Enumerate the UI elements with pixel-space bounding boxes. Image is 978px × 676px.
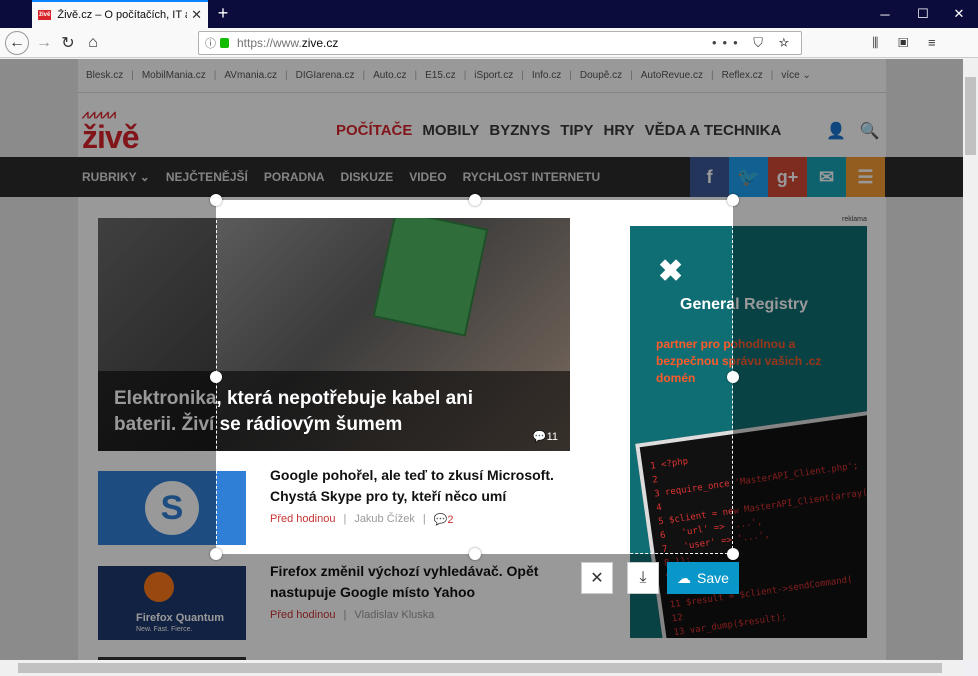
home-icon[interactable]: ⌂ <box>81 31 105 55</box>
forward-icon[interactable]: → <box>32 31 56 55</box>
resize-handle[interactable] <box>727 194 739 206</box>
save-button[interactable]: ☁ Save <box>667 562 739 594</box>
nav-toolbar: ← → ↻ ⌂ ⓘ https://www.zive.cz ••• ⛉ ☆ ⫼ … <box>0 28 978 58</box>
selection-region[interactable] <box>216 200 733 554</box>
cloud-upload-icon: ☁ <box>677 569 691 586</box>
screenshot-actions: ✕ ⤓ ☁ Save <box>581 562 739 594</box>
reload-icon[interactable]: ↻ <box>56 31 80 55</box>
resize-handle[interactable] <box>210 548 222 560</box>
resize-handle[interactable] <box>727 371 739 383</box>
download-button[interactable]: ⤓ <box>627 562 659 594</box>
info-icon[interactable]: ⓘ <box>205 35 216 51</box>
cancel-button[interactable]: ✕ <box>581 562 613 594</box>
tab-close-icon[interactable]: ✕ <box>191 7 202 23</box>
tab-strip: živě Živě.cz – O počítačích, IT a intern… <box>0 0 978 28</box>
new-tab-button[interactable]: + <box>212 3 234 24</box>
url-text: https://www.zive.cz <box>237 36 339 50</box>
tab-zive[interactable]: živě Živě.cz – O počítačích, IT a intern… <box>32 0 208 28</box>
horizontal-scrollbar[interactable] <box>0 660 963 676</box>
url-bar[interactable]: ⓘ https://www.zive.cz ••• ⛉ ☆ <box>198 31 802 55</box>
resize-handle[interactable] <box>210 194 222 206</box>
back-icon[interactable]: ← <box>5 31 29 55</box>
page-actions-icon[interactable]: ••• ⛉ ☆ <box>712 35 795 51</box>
resize-handle[interactable] <box>727 548 739 560</box>
favicon-icon: živě <box>38 10 52 20</box>
resize-handle[interactable] <box>469 194 481 206</box>
vertical-scrollbar[interactable] <box>963 59 978 660</box>
resize-handle[interactable] <box>210 371 222 383</box>
lock-icon <box>220 38 229 48</box>
resize-handle[interactable] <box>469 548 481 560</box>
close-window-button[interactable]: ✕ <box>936 0 978 28</box>
tab-title: Živě.cz – O počítačích, IT a internetu <box>57 9 187 21</box>
library-icon[interactable]: ⫼ ▣ ≡ <box>868 31 948 55</box>
